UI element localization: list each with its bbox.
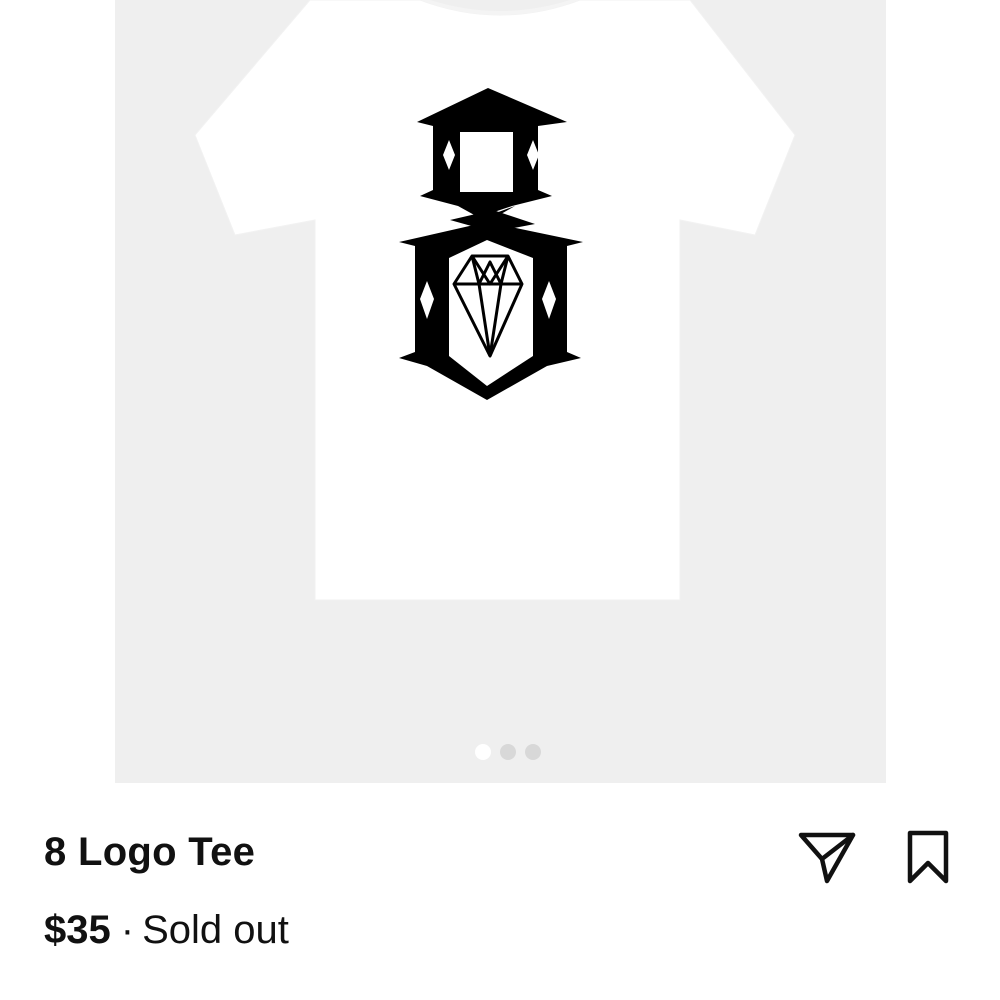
stock-status: Sold out	[142, 908, 289, 952]
product-image-carousel[interactable]	[115, 0, 886, 783]
carousel-dot-1[interactable]	[475, 744, 491, 760]
carousel-dot-3[interactable]	[525, 744, 541, 760]
product-title: 8 Logo Tee	[44, 830, 256, 874]
carousel-dot-2[interactable]	[500, 744, 516, 760]
carousel-pagination[interactable]	[115, 744, 886, 760]
product-page: 8 Logo Tee $35 · Sold out	[0, 0, 1000, 1000]
product-image	[194, 0, 796, 601]
product-price: $35	[44, 908, 111, 952]
bookmark-icon	[907, 830, 949, 884]
price-separator: ·	[120, 908, 135, 952]
paper-plane-icon	[798, 832, 856, 884]
save-button[interactable]	[897, 826, 959, 888]
share-button[interactable]	[796, 826, 858, 888]
price-row: $35 · Sold out	[44, 908, 289, 953]
